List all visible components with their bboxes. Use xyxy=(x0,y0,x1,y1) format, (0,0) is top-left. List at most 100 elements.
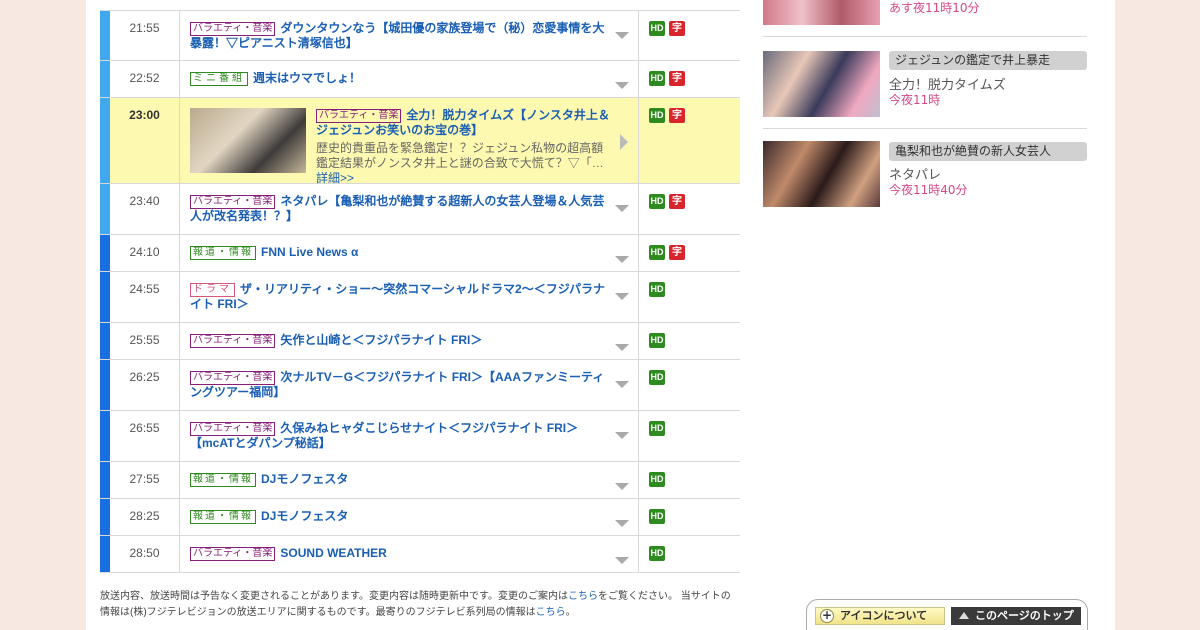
air-time: 21:55 xyxy=(110,11,180,60)
category-badge: バラエティ・音楽 xyxy=(190,195,276,209)
air-time: 26:25 xyxy=(110,360,180,410)
program-title-link[interactable]: DJモノフェスタ xyxy=(261,509,348,523)
hd-icon: HD xyxy=(649,472,665,487)
schedule-row[interactable]: 24:55 ドラマ ザ・リアリティ・ショー～突然コマーシャルドラマ2～＜フジパラナイ… xyxy=(100,272,740,323)
hd-icon: HD xyxy=(649,370,665,385)
collapse-arrow-icon[interactable] xyxy=(620,134,628,150)
category-badge: 報道・情報 xyxy=(190,473,256,487)
broadcast-icons: HD xyxy=(639,499,739,535)
expand-arrow-icon[interactable] xyxy=(615,344,629,351)
category-badge: ミニ番組 xyxy=(190,72,248,86)
program-title-link[interactable]: 矢作と山崎と＜フジパラナイト FRI＞ xyxy=(280,333,482,347)
affiliate-info-link[interactable]: こちら xyxy=(536,607,566,618)
change-info-link[interactable]: こちら xyxy=(568,591,598,602)
hd-icon: HD xyxy=(649,108,665,123)
recommend-thumbnail[interactable] xyxy=(763,141,880,207)
category-badge: バラエティ・音楽 xyxy=(190,334,276,348)
expand-arrow-icon[interactable] xyxy=(615,82,629,89)
schedule-row[interactable]: 22:52 ミニ番組 週末はウマでしょ！ HD 字 xyxy=(100,61,740,98)
broadcast-icons: HD xyxy=(639,462,739,498)
time-band-bar xyxy=(100,462,110,498)
time-band-bar xyxy=(100,235,110,271)
program-title-link[interactable]: DJモノフェスタ xyxy=(261,472,348,486)
schedule-row[interactable]: 24:10 報道・情報 FNN Live News α HD 字 xyxy=(100,235,740,272)
schedule-row[interactable]: 26:25 バラエティ・音楽 次ナルTV－G＜フジパラナイト FRI＞【AAAファン… xyxy=(100,360,740,411)
schedule-table: 21:55 バラエティ・音楽 ダウンタウンなう【城田優の家族登場で（秘）恋愛事情を大… xyxy=(100,10,740,573)
recommend-thumbnail[interactable] xyxy=(763,51,880,117)
notice-text: 放送内容、放送時間は予告なく変更されることがあります。変更内容は随時更新中です。… xyxy=(100,589,740,621)
program-cell: 報道・情報 DJモノフェスタ xyxy=(180,462,639,498)
program-cell: バラエティ・音楽 ネタパレ【亀梨和也が絶賛する超新人の女芸人登場＆人気芸人が改名発… xyxy=(180,184,639,234)
program-title-link[interactable]: SOUND WEATHER xyxy=(280,546,386,560)
hd-icon: HD xyxy=(649,282,665,297)
schedule-row[interactable]: 25:55 バラエティ・音楽 矢作と山崎と＜フジパラナイト FRI＞ HD xyxy=(100,323,740,360)
recommend-airtime: 今夜11時40分 xyxy=(889,183,968,197)
subtitle-icon: 字 xyxy=(669,194,685,209)
category-badge: バラエティ・音楽 xyxy=(190,371,276,385)
expand-arrow-icon[interactable] xyxy=(615,432,629,439)
schedule-row[interactable]: 21:55 バラエティ・音楽 ダウンタウンなう【城田優の家族登場で（秘）恋愛事情を大… xyxy=(100,10,740,61)
program-title-link[interactable]: ザ・リアリティ・ショー～突然コマーシャルドラマ2～＜フジパラナイト FRI＞ xyxy=(190,282,605,311)
subtitle-icon: 字 xyxy=(669,71,685,86)
time-band-bar xyxy=(100,184,110,234)
expand-arrow-icon[interactable] xyxy=(615,256,629,263)
sidebar-recommendations: あす夜11時10分 ジェジュンの鑑定で井上暴走 全力！脱力タイムズ 今夜11時 … xyxy=(763,0,1087,221)
broadcast-icons: HD xyxy=(639,411,739,461)
schedule-row[interactable]: 23:40 バラエティ・音楽 ネタパレ【亀梨和也が絶賛する超新人の女芸人登場＆人気芸… xyxy=(100,184,740,235)
expand-arrow-icon[interactable] xyxy=(615,293,629,300)
air-time: 28:50 xyxy=(110,536,180,572)
program-cell: バラエティ・音楽 久保みねヒャダこじらせナイト＜フジパラナイト FRI＞【mcAT… xyxy=(180,411,639,461)
schedule-row[interactable]: 23:00 バラエティ・音楽 全力！脱力タイムズ【ノンスタ井上＆ジェジュンお笑いのお… xyxy=(100,98,740,185)
category-badge: 報道・情報 xyxy=(190,510,256,524)
about-icons-button[interactable]: + アイコンについて xyxy=(815,607,945,625)
category-badge: 報道・情報 xyxy=(190,246,256,260)
page-top-button[interactable]: このページのトップ xyxy=(951,607,1081,625)
hd-icon: HD xyxy=(649,194,665,209)
broadcast-icons: HD 字 xyxy=(639,184,739,234)
recommend-card[interactable]: 亀梨和也が絶賛の新人女芸人 ネタパレ 今夜11時40分 xyxy=(763,129,1087,221)
category-badge: バラエティ・音楽 xyxy=(190,22,276,36)
arrow-up-icon xyxy=(959,612,969,619)
broadcast-icons: HD 字 xyxy=(639,98,739,183)
subtitle-icon: 字 xyxy=(669,245,685,260)
recommend-tag: 亀梨和也が絶賛の新人女芸人 xyxy=(889,142,1087,161)
notice-part: 放送内容、放送時間は予告なく変更されることがあります。変更内容は随時更新中です。… xyxy=(100,591,568,602)
program-cell: バラエティ・音楽 全力！脱力タイムズ【ノンスタ井上＆ジェジュンお笑いのお宝の巻】歴… xyxy=(180,98,639,185)
air-time: 23:40 xyxy=(110,184,180,234)
category-badge: バラエティ・音楽 xyxy=(190,422,276,436)
recommend-airtime: あす夜11時10分 xyxy=(889,1,980,15)
category-badge: ドラマ xyxy=(190,283,235,297)
expand-arrow-icon[interactable] xyxy=(615,205,629,212)
recommend-card[interactable]: ジェジュンの鑑定で井上暴走 全力！脱力タイムズ 今夜11時 xyxy=(763,37,1087,129)
program-title-link[interactable]: FNN Live News α xyxy=(261,245,358,259)
recommend-card[interactable]: あす夜11時10分 xyxy=(763,0,1087,37)
air-time: 27:55 xyxy=(110,462,180,498)
program-cell: 報道・情報 DJモノフェスタ xyxy=(180,499,639,535)
details-link[interactable]: 詳細>> xyxy=(316,171,354,185)
hd-icon: HD xyxy=(649,421,665,436)
program-cell: ドラマ ザ・リアリティ・ショー～突然コマーシャルドラマ2～＜フジパラナイト FRI… xyxy=(180,272,639,322)
schedule-row[interactable]: 26:55 バラエティ・音楽 久保みねヒャダこじらせナイト＜フジパラナイト FRI＞… xyxy=(100,411,740,462)
program-cell: 報道・情報 FNN Live News α xyxy=(180,235,639,271)
program-cell: バラエティ・音楽 次ナルTV－G＜フジパラナイト FRI＞【AAAファンミーティン… xyxy=(180,360,639,410)
expand-arrow-icon[interactable] xyxy=(615,381,629,388)
air-time: 25:55 xyxy=(110,323,180,359)
air-time: 24:10 xyxy=(110,235,180,271)
program-thumbnail[interactable] xyxy=(190,108,306,173)
program-title-link[interactable]: 週末はウマでしょ！ xyxy=(253,71,361,85)
expand-arrow-icon[interactable] xyxy=(615,557,629,564)
expand-arrow-icon[interactable] xyxy=(615,520,629,527)
time-band-bar xyxy=(100,499,110,535)
schedule-row[interactable]: 27:55 報道・情報 DJモノフェスタ HD xyxy=(100,462,740,499)
expand-arrow-icon[interactable] xyxy=(615,483,629,490)
schedule-row[interactable]: 28:50 バラエティ・音楽 SOUND WEATHER HD xyxy=(100,536,740,573)
recommend-thumbnail[interactable] xyxy=(763,0,880,25)
program-description-text: 歴史的貴重品を緊急鑑定！？ジェジュン私物の超高額鑑定結果がノンスタ井上と謎の合致… xyxy=(316,141,604,170)
broadcast-icons: HD xyxy=(639,536,739,572)
hd-icon: HD xyxy=(649,546,665,561)
expand-arrow-icon[interactable] xyxy=(615,32,629,39)
broadcast-icons: HD 字 xyxy=(639,11,739,60)
hd-icon: HD xyxy=(649,21,665,36)
air-time: 26:55 xyxy=(110,411,180,461)
schedule-row[interactable]: 28:25 報道・情報 DJモノフェスタ HD xyxy=(100,499,740,536)
